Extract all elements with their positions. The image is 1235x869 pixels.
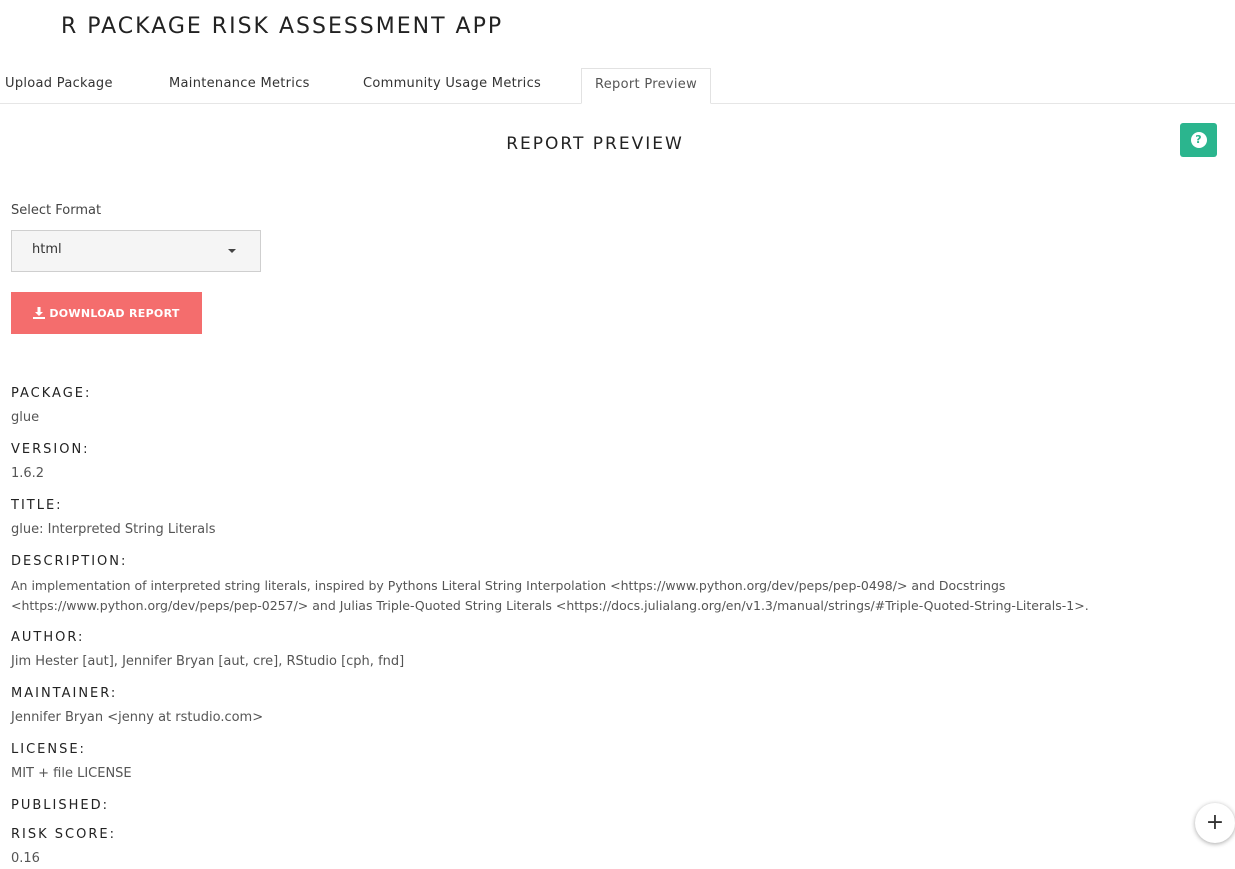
title-value: glue: Interpreted String Literals: [11, 522, 216, 537]
description-line-2: <https://www.python.org/dev/peps/pep-025…: [11, 598, 1089, 613]
page-title: REPORT PREVIEW: [506, 134, 684, 154]
expand-fab-button[interactable]: +: [1195, 803, 1235, 843]
tab-community-usage-metrics[interactable]: Community Usage Metrics: [363, 68, 541, 103]
tab-upload-package[interactable]: Upload Package: [5, 68, 113, 103]
format-selected-value: html: [32, 242, 62, 257]
download-report-button[interactable]: DOWNLOAD REPORT: [11, 292, 202, 334]
maintainer-value: Jennifer Bryan <jenny at rstudio.com>: [11, 710, 264, 725]
format-select[interactable]: html: [11, 230, 261, 272]
tab-maintenance-metrics[interactable]: Maintenance Metrics: [169, 68, 310, 103]
published-label: PUBLISHED:: [11, 798, 109, 813]
license-value: MIT + file LICENSE: [11, 766, 132, 781]
package-value: glue: [11, 410, 40, 425]
license-label: LICENSE:: [11, 742, 86, 757]
app-title: R PACKAGE RISK ASSESSMENT APP: [61, 14, 504, 39]
download-report-label: DOWNLOAD REPORT: [49, 306, 180, 320]
description-line-1: An implementation of interpreted string …: [11, 578, 1006, 593]
caret-down-icon: [228, 249, 236, 253]
plus-icon: +: [1205, 810, 1225, 835]
maintainer-label: MAINTAINER:: [11, 686, 118, 701]
tab-report-preview[interactable]: Report Preview: [581, 68, 712, 104]
question-circle-icon: ?: [1190, 132, 1207, 148]
author-value: Jim Hester [aut], Jennifer Bryan [aut, c…: [11, 654, 405, 669]
help-button[interactable]: ?: [1180, 123, 1217, 157]
package-label: PACKAGE:: [11, 386, 92, 401]
tab-bar: Upload Package Maintenance Metrics Commu…: [0, 68, 1235, 104]
version-value: 1.6.2: [11, 466, 45, 481]
risk-score-value: 0.16: [11, 851, 40, 866]
title-label: TITLE:: [11, 498, 63, 513]
author-label: AUTHOR:: [11, 630, 85, 645]
version-label: VERSION:: [11, 442, 90, 457]
format-label: Select Format: [11, 203, 102, 218]
download-icon: [33, 307, 46, 319]
description-label: DESCRIPTION:: [11, 554, 128, 569]
risk-score-label: RISK SCORE:: [11, 827, 116, 842]
